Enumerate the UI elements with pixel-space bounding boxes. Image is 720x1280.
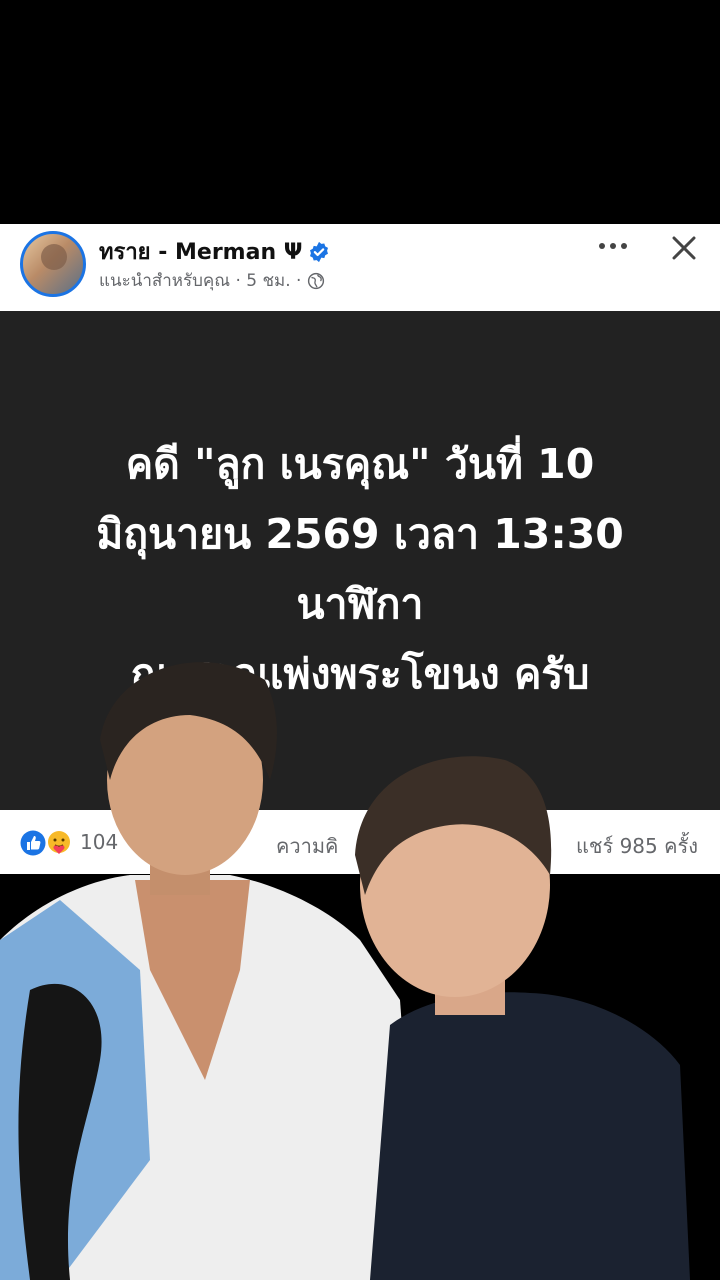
post-header: ทราย - Merman Ψ แนะนำสำหรับคุณ · 5 ชม. · <box>0 224 720 311</box>
post-meta-text: แนะนำสำหรับคุณ · 5 ชม. · <box>99 271 302 291</box>
post-text-line-2: มิถุนายน 2569 เวลา 13:30 <box>96 510 624 558</box>
close-icon[interactable] <box>668 232 700 264</box>
post-text-line-1: คดี "ลูก เนรคุณ" วันที่ 10 <box>125 440 595 488</box>
post-text-line-3: นาฬิกา <box>296 580 424 628</box>
author-row: ทราย - Merman Ψ <box>99 234 330 269</box>
post-meta: แนะนำสำหรับคุณ · 5 ชม. · <box>99 267 325 294</box>
author-avatar[interactable] <box>20 231 86 297</box>
right-person-photo <box>355 756 690 1280</box>
verified-badge-icon <box>310 241 329 262</box>
globe-icon <box>308 272 325 289</box>
more-icon[interactable] <box>596 234 630 258</box>
author-name[interactable]: ทราย - Merman Ψ <box>99 234 302 269</box>
